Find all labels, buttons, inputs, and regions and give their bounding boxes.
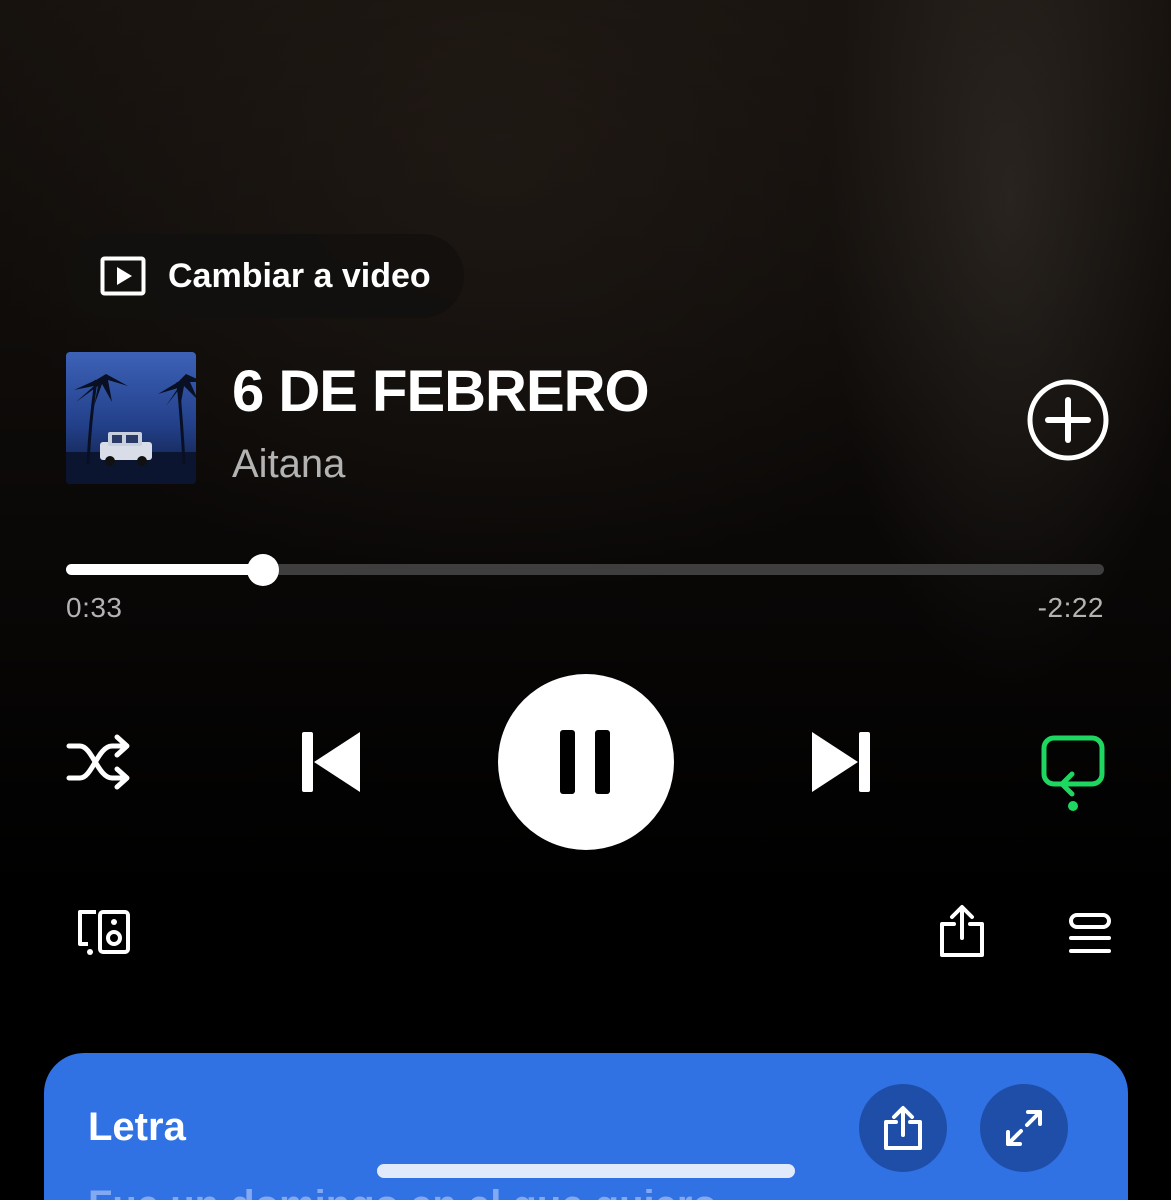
queue-button[interactable]	[1068, 912, 1112, 961]
connect-device-button[interactable]	[76, 908, 132, 961]
shuffle-icon	[66, 734, 130, 790]
progress-bar[interactable]	[66, 553, 1104, 586]
pause-button[interactable]	[498, 674, 674, 850]
shuffle-button[interactable]	[66, 734, 132, 795]
share-button[interactable]	[938, 904, 986, 963]
track-title[interactable]: 6 DE FEBRERO	[232, 358, 650, 425]
repeat-active-dot	[1068, 801, 1078, 811]
expand-icon	[1006, 1110, 1042, 1146]
skip-next-icon	[812, 732, 870, 792]
pause-icon	[560, 730, 610, 794]
progress-fill	[66, 564, 264, 575]
home-indicator[interactable]	[377, 1164, 795, 1178]
share-icon	[940, 905, 984, 957]
switch-to-video-label: Cambiar a video	[168, 256, 431, 295]
lyrics-title: Letra	[88, 1105, 186, 1149]
previous-track-button[interactable]	[300, 730, 362, 799]
progress-handle[interactable]	[247, 553, 280, 586]
elapsed-time: 0:33	[66, 592, 123, 623]
queue-icon	[1069, 913, 1111, 953]
next-track-button[interactable]	[810, 730, 872, 799]
album-cover[interactable]	[66, 352, 196, 484]
repeat-button[interactable]	[1040, 734, 1106, 819]
repeat-icon	[1041, 735, 1105, 811]
play-square-icon	[100, 256, 146, 296]
connect-device-icon	[78, 910, 130, 955]
share-icon	[884, 1106, 922, 1150]
plus-circle-icon	[1027, 379, 1109, 461]
lyrics-share-button[interactable]	[859, 1084, 947, 1172]
remaining-time: -2:22	[1037, 592, 1104, 623]
skip-previous-icon	[302, 732, 360, 792]
switch-to-video-button[interactable]: Cambiar a video	[66, 234, 464, 318]
artist-name[interactable]: Aitana	[232, 442, 345, 487]
lyrics-preview-line: Fue un domingo en el que quiero	[88, 1183, 717, 1200]
lyrics-expand-button[interactable]	[980, 1084, 1068, 1172]
add-to-library-button[interactable]	[1026, 378, 1110, 462]
background-artwork	[0, 0, 1171, 1200]
